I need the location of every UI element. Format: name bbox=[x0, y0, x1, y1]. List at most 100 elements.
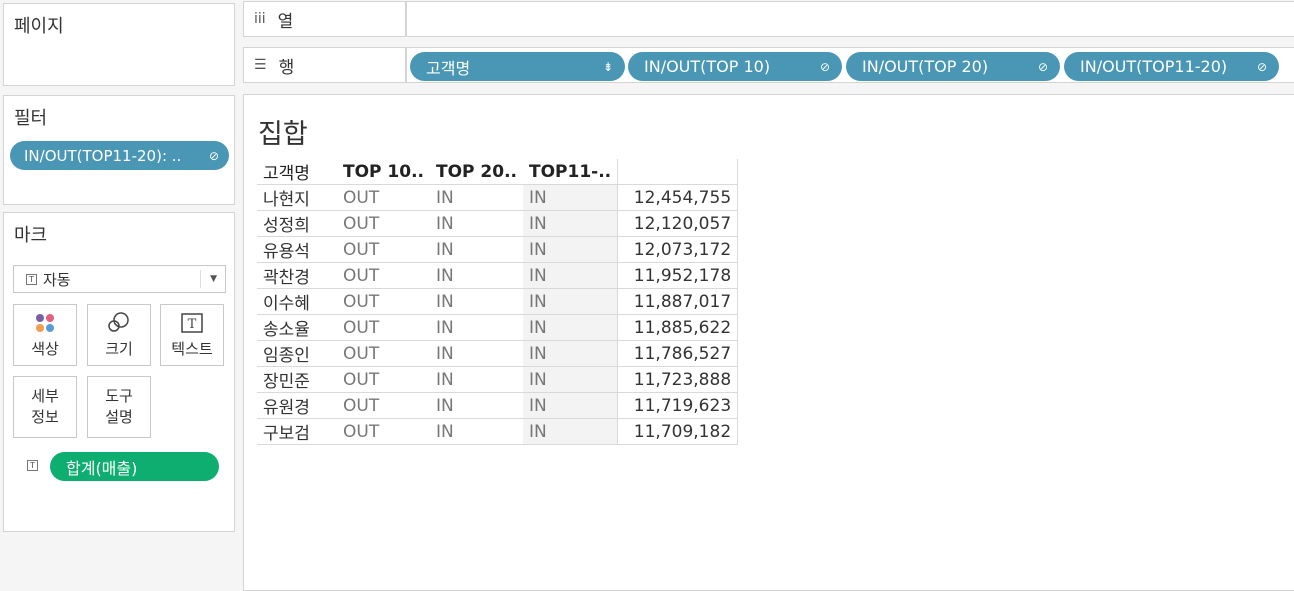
cell-top11-20[interactable]: IN bbox=[523, 236, 618, 263]
row-pill-top11-20[interactable]: IN/OUT(TOP11-20) ⊘ bbox=[1064, 52, 1279, 81]
table-row[interactable]: 나현지 OUT IN IN 12,454,755 bbox=[257, 184, 739, 211]
cell-top20[interactable]: IN bbox=[430, 210, 523, 237]
table-row[interactable]: 유용석 OUT IN IN 12,073,172 bbox=[257, 236, 739, 263]
cell-sales-sum[interactable]: 11,786,527 bbox=[617, 340, 739, 367]
set-icon: ⊘ bbox=[1256, 59, 1267, 74]
cell-top10[interactable]: OUT bbox=[337, 366, 430, 393]
text-button[interactable]: T 텍스트 bbox=[160, 304, 224, 366]
cell-top10[interactable]: OUT bbox=[337, 418, 430, 445]
cell-sales-sum[interactable]: 11,709,182 bbox=[617, 418, 739, 445]
cell-top11-20[interactable]: IN bbox=[523, 340, 618, 367]
cell-top20[interactable]: IN bbox=[430, 262, 523, 289]
header-customer-name[interactable]: 고객명 bbox=[257, 159, 337, 185]
cell-top11-20[interactable]: IN bbox=[523, 418, 618, 445]
cell-sales-sum[interactable]: 11,723,888 bbox=[617, 366, 739, 393]
crosstab: 고객명 TOP 10.. TOP 20.. TOP11-.. 나현지 OUT IN I… bbox=[257, 159, 739, 445]
cell-top20[interactable]: IN bbox=[430, 288, 523, 315]
table-row[interactable]: 송소율 OUT IN IN 11,885,622 bbox=[257, 314, 739, 341]
text-mark-icon: T bbox=[27, 460, 38, 471]
mark-type-select[interactable]: T 자동 ▼ bbox=[13, 265, 226, 293]
cell-customer-name[interactable]: 유용석 bbox=[257, 236, 337, 263]
cell-top11-20[interactable]: IN bbox=[523, 262, 618, 289]
filter-pill-label: IN/OUT(TOP11-20): .. bbox=[24, 146, 182, 165]
cell-top20[interactable]: IN bbox=[430, 340, 523, 367]
row-pill-label: IN/OUT(TOP 20) bbox=[862, 57, 989, 76]
color-button-label: 색상 bbox=[31, 339, 59, 358]
measure-pill-sum-sales[interactable]: 합계(매출) bbox=[50, 452, 219, 481]
text-icon: T bbox=[181, 311, 203, 335]
columns-shelf-label: iii 열 bbox=[243, 1, 406, 37]
cell-top20[interactable]: IN bbox=[430, 236, 523, 263]
cell-sales-sum[interactable]: 11,887,017 bbox=[617, 288, 739, 315]
size-icon bbox=[107, 311, 131, 335]
cell-sales-sum[interactable]: 11,719,623 bbox=[617, 392, 739, 419]
cell-customer-name[interactable]: 나현지 bbox=[257, 184, 337, 211]
row-pill-label: IN/OUT(TOP11-20) bbox=[1080, 57, 1228, 76]
cell-top11-20[interactable]: IN bbox=[523, 366, 618, 393]
row-pill-customer-name[interactable]: 고객명 ⇟ bbox=[410, 52, 625, 81]
filters-card: 필터 IN/OUT(TOP11-20): .. ⊘ bbox=[3, 95, 235, 205]
cell-top11-20[interactable]: IN bbox=[523, 184, 618, 211]
cell-top20[interactable]: IN bbox=[430, 314, 523, 341]
table-row[interactable]: 임종인 OUT IN IN 11,786,527 bbox=[257, 340, 739, 367]
cell-top10[interactable]: OUT bbox=[337, 184, 430, 211]
cell-top20[interactable]: IN bbox=[430, 392, 523, 419]
table-row[interactable]: 구보검 OUT IN IN 11,709,182 bbox=[257, 418, 739, 445]
table-row[interactable]: 성정희 OUT IN IN 12,120,057 bbox=[257, 210, 739, 237]
cell-top10[interactable]: OUT bbox=[337, 210, 430, 237]
cell-top20[interactable]: IN bbox=[430, 366, 523, 393]
cell-top11-20[interactable]: IN bbox=[523, 288, 618, 315]
cell-customer-name[interactable]: 송소율 bbox=[257, 314, 337, 341]
row-pill-top10[interactable]: IN/OUT(TOP 10) ⊘ bbox=[628, 52, 842, 81]
color-button[interactable]: 색상 bbox=[13, 304, 77, 366]
row-pill-top20[interactable]: IN/OUT(TOP 20) ⊘ bbox=[846, 52, 1060, 81]
cell-customer-name[interactable]: 곽찬경 bbox=[257, 262, 337, 289]
cell-customer-name[interactable]: 구보검 bbox=[257, 418, 337, 445]
text-button-label: 텍스트 bbox=[171, 339, 213, 358]
table-row[interactable]: 유원경 OUT IN IN 11,719,623 bbox=[257, 392, 739, 419]
cell-sales-sum[interactable]: 11,885,622 bbox=[617, 314, 739, 341]
cell-top20[interactable]: IN bbox=[430, 184, 523, 211]
table-row[interactable]: 장민준 OUT IN IN 11,723,888 bbox=[257, 366, 739, 393]
detail-button-label-1: 세부 bbox=[31, 387, 59, 405]
header-value bbox=[617, 159, 739, 185]
cell-customer-name[interactable]: 임종인 bbox=[257, 340, 337, 367]
pages-card-title: 페이지 bbox=[14, 16, 64, 37]
detail-button[interactable]: 세부 정보 bbox=[13, 376, 77, 438]
cell-sales-sum[interactable]: 12,073,172 bbox=[617, 236, 739, 263]
row-pill-label: IN/OUT(TOP 10) bbox=[644, 57, 771, 76]
cell-top10[interactable]: OUT bbox=[337, 262, 430, 289]
columns-drop-area[interactable] bbox=[406, 1, 1294, 37]
size-button[interactable]: 크기 bbox=[87, 304, 151, 366]
color-icon bbox=[34, 311, 56, 335]
table-row[interactable]: 이수혜 OUT IN IN 11,887,017 bbox=[257, 288, 739, 315]
cell-customer-name[interactable]: 장민준 bbox=[257, 366, 337, 393]
cell-customer-name[interactable]: 유원경 bbox=[257, 392, 337, 419]
header-top20[interactable]: TOP 20.. bbox=[430, 159, 523, 185]
tooltip-button[interactable]: 도구 설명 bbox=[87, 376, 151, 438]
cell-top11-20[interactable]: IN bbox=[523, 392, 618, 419]
columns-shelf-text: 열 bbox=[277, 11, 294, 32]
cell-top11-20[interactable]: IN bbox=[523, 314, 618, 341]
cell-sales-sum[interactable]: 11,952,178 bbox=[617, 262, 739, 289]
cell-top11-20[interactable]: IN bbox=[523, 210, 618, 237]
table-row[interactable]: 곽찬경 OUT IN IN 11,952,178 bbox=[257, 262, 739, 289]
cell-top10[interactable]: OUT bbox=[337, 340, 430, 367]
cell-top10[interactable]: OUT bbox=[337, 288, 430, 315]
cell-top10[interactable]: OUT bbox=[337, 314, 430, 341]
cell-customer-name[interactable]: 이수혜 bbox=[257, 288, 337, 315]
cell-top10[interactable]: OUT bbox=[337, 236, 430, 263]
chevron-down-icon[interactable]: ▼ bbox=[210, 274, 217, 284]
cell-sales-sum[interactable]: 12,454,755 bbox=[617, 184, 739, 211]
cell-customer-name[interactable]: 성정희 bbox=[257, 210, 337, 237]
header-top11-20[interactable]: TOP11-.. bbox=[523, 159, 618, 185]
filter-pill-top11-20[interactable]: IN/OUT(TOP11-20): .. ⊘ bbox=[10, 141, 229, 170]
cell-top10[interactable]: OUT bbox=[337, 392, 430, 419]
marks-card: 마크 bbox=[3, 212, 235, 532]
sheet-title: 집합 bbox=[258, 119, 308, 150]
row-pill-label: 고객명 bbox=[426, 58, 471, 78]
filters-card-title: 필터 bbox=[14, 108, 48, 129]
cell-top20[interactable]: IN bbox=[430, 418, 523, 445]
header-top10[interactable]: TOP 10.. bbox=[337, 159, 430, 185]
cell-sales-sum[interactable]: 12,120,057 bbox=[617, 210, 739, 237]
